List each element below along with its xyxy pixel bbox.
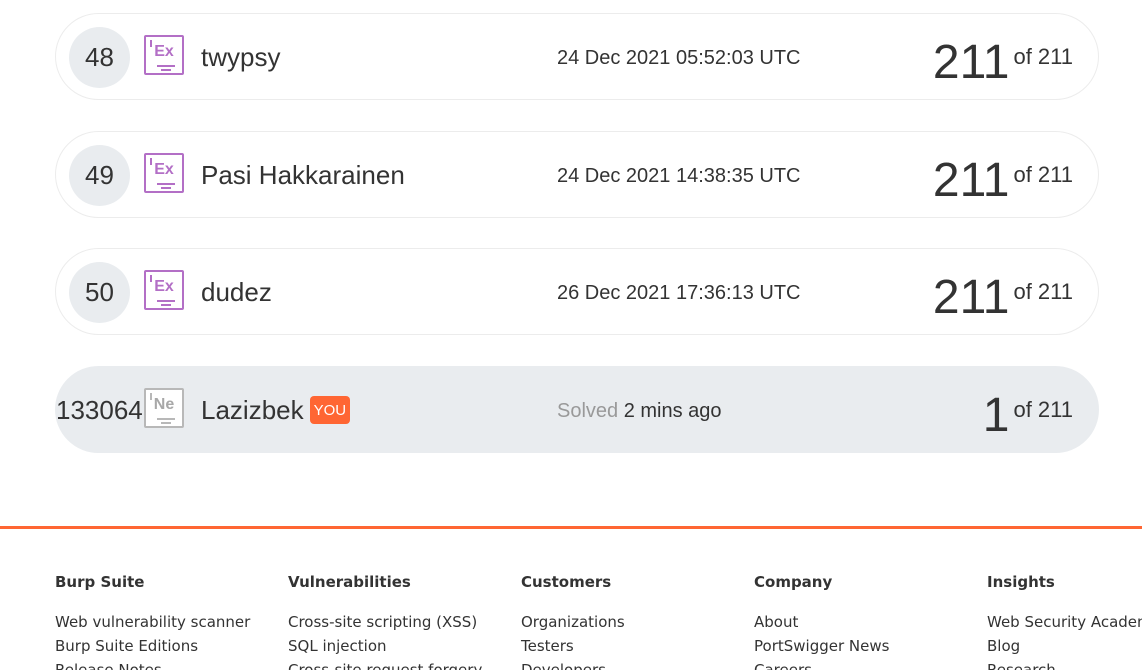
footer-heading: Vulnerabilities <box>288 573 411 591</box>
footer-column-customers: Customers Organizations Testers Develope… <box>521 572 741 670</box>
rank-number: 50 <box>69 262 130 323</box>
score-solved: 211 <box>932 154 1010 207</box>
score-total: of 211 <box>1013 397 1073 422</box>
footer-link[interactable]: Testers <box>521 637 574 655</box>
rank-number: 49 <box>69 145 130 206</box>
solved-date: 24 Dec 2021 05:52:03 UTC <box>557 47 801 69</box>
badge-abbr: Ex <box>154 278 174 295</box>
expert-level-icon: Ex <box>144 270 184 310</box>
footer-link[interactable]: About <box>754 613 798 631</box>
score-total: of 211 <box>1013 44 1073 69</box>
footer-link[interactable]: PortSwigger News <box>754 637 889 655</box>
solved-date: Solved 2 mins ago <box>557 399 722 423</box>
score-solved: 211 <box>932 36 1010 89</box>
footer-link[interactable]: Cross-site scripting (XSS) <box>288 613 477 631</box>
footer-link[interactable]: Web Security Academy <box>987 613 1142 631</box>
badge-abbr: Ne <box>153 396 175 413</box>
badge-abbr: Ex <box>154 43 174 60</box>
expert-level-icon: Ex <box>144 35 184 75</box>
footer-heading: Burp Suite <box>55 573 145 591</box>
footer-link[interactable]: Research <box>987 661 1056 670</box>
score-total: of 211 <box>1013 279 1073 304</box>
score: 211 of 211 <box>933 267 1073 334</box>
footer-link[interactable]: Blog <box>987 637 1020 655</box>
user-name: Lazizbek YOU <box>201 393 351 427</box>
footer-column-burp-suite: Burp Suite Web vulnerability scanner Bur… <box>55 572 275 670</box>
user-name: twypsy <box>201 42 281 72</box>
footer-link[interactable]: Web vulnerability scanner <box>55 613 250 631</box>
footer-column-vulnerabilities: Vulnerabilities Cross-site scripting (XS… <box>288 572 508 670</box>
current-user-row: 133064 Ne Lazizbek YOU Solved 2 mins ago … <box>55 366 1099 453</box>
footer-link[interactable]: Careers <box>754 661 812 670</box>
footer-link[interactable]: Developers <box>521 661 606 670</box>
expert-level-icon: Ex <box>144 153 184 193</box>
score: 211 of 211 <box>933 32 1073 99</box>
footer-link[interactable]: Release Notes <box>55 661 162 670</box>
footer-link[interactable]: SQL injection <box>288 637 387 655</box>
leaderboard-page: 48 Ex twypsy 24 Dec 2021 05:52:03 UTC 21… <box>0 0 1142 670</box>
rank-number: 133064 <box>56 395 143 425</box>
score: 1 of 211 <box>983 385 1073 452</box>
leaderboard-row: 49 Ex Pasi Hakkarainen 24 Dec 2021 14:38… <box>55 131 1099 218</box>
footer-link[interactable]: Burp Suite Editions <box>55 637 198 655</box>
badge-abbr: Ex <box>154 161 174 178</box>
solved-label: Solved <box>557 400 619 422</box>
footer-heading: Customers <box>521 573 612 591</box>
leaderboard-row: 48 Ex twypsy 24 Dec 2021 05:52:03 UTC 21… <box>55 13 1099 100</box>
footer-heading: Company <box>754 573 833 591</box>
score-solved: 211 <box>932 271 1010 324</box>
footer-divider <box>0 526 1142 529</box>
score: 211 of 211 <box>933 150 1073 217</box>
footer-link[interactable]: Organizations <box>521 613 625 631</box>
footer-link[interactable]: Cross-site request forgery <box>288 661 482 670</box>
footer-column-insights: Insights Web Security Academy Blog Resea… <box>987 572 1142 670</box>
you-badge: YOU <box>309 396 351 425</box>
footer-column-company: Company About PortSwigger News Careers <box>754 572 974 670</box>
solved-date: 24 Dec 2021 14:38:35 UTC <box>557 165 801 187</box>
solved-time: 2 mins ago <box>623 400 722 422</box>
user-name-text: Lazizbek <box>201 395 304 425</box>
novice-level-icon: Ne <box>144 388 184 428</box>
user-name: Pasi Hakkarainen <box>201 160 405 190</box>
rank-number: 48 <box>69 27 130 88</box>
score-solved: 1 <box>982 389 1010 442</box>
score-total: of 211 <box>1013 162 1073 187</box>
user-name: dudez <box>201 277 272 307</box>
leaderboard-row: 50 Ex dudez 26 Dec 2021 17:36:13 UTC 211… <box>55 248 1099 335</box>
solved-date: 26 Dec 2021 17:36:13 UTC <box>557 282 801 304</box>
footer-heading: Insights <box>987 573 1055 591</box>
